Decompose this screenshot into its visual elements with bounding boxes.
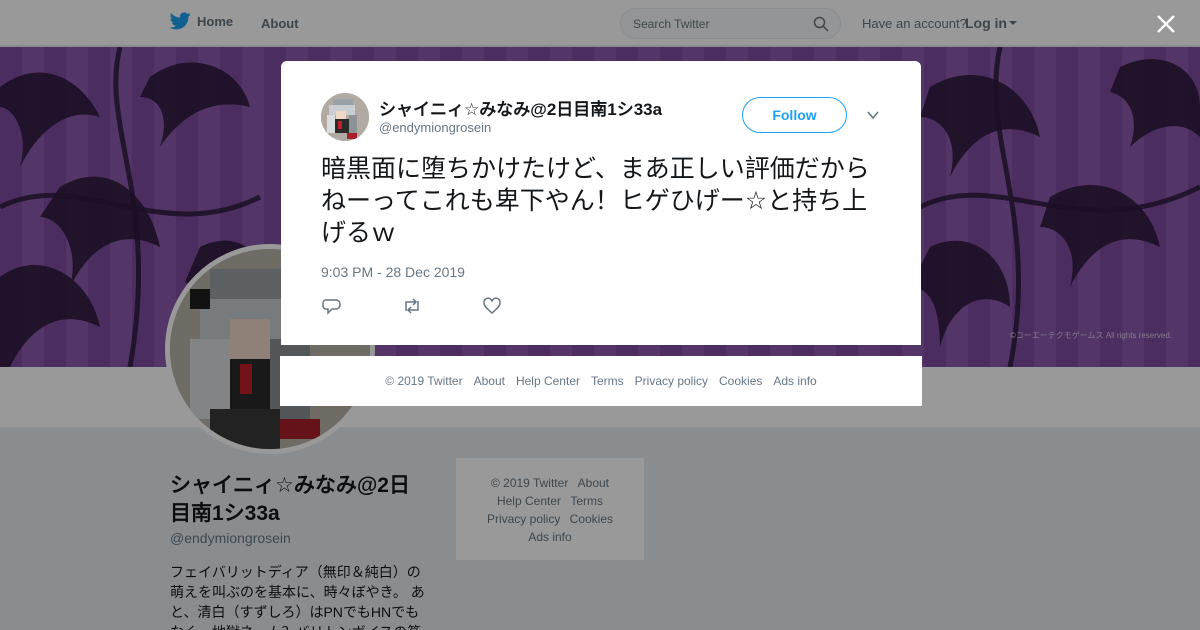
footer-ads-link[interactable]: Ads info (773, 374, 816, 388)
reply-icon[interactable] (322, 297, 342, 315)
footer-copyright: © 2019 Twitter (385, 374, 463, 388)
tweet-modal: シャイニィ☆みなみ@2日目南1シ33a @endymiongrosein Fol… (281, 61, 921, 345)
tweet-author-name[interactable]: シャイニィ☆みなみ@2日目南1シ33a (379, 95, 662, 120)
tweet-timestamp[interactable]: 9:03 PM - 28 Dec 2019 (321, 264, 465, 280)
like-icon[interactable] (482, 297, 502, 315)
follow-button[interactable]: Follow (742, 97, 847, 133)
footer-about-link[interactable]: About (474, 374, 505, 388)
retweet-icon[interactable] (402, 297, 422, 315)
footer-privacy-link[interactable]: Privacy policy (635, 374, 708, 388)
tweet-author-handle[interactable]: @endymiongrosein (379, 120, 491, 135)
chevron-down-icon[interactable] (866, 108, 880, 122)
modal-footer: © 2019 Twitter About Help Center Terms P… (280, 356, 922, 406)
tweet-author-avatar[interactable] (321, 93, 369, 141)
pixel-art-character-image (321, 93, 369, 141)
footer-cookies-link[interactable]: Cookies (719, 374, 762, 388)
tweet-text: 暗黒面に堕ちかけたけど、まあ正しい評価だからねーってこれも卑下やん！ヒゲひげー☆… (321, 154, 870, 247)
close-icon[interactable] (1156, 14, 1176, 34)
footer-help-link[interactable]: Help Center (516, 374, 580, 388)
footer-terms-link[interactable]: Terms (591, 374, 624, 388)
